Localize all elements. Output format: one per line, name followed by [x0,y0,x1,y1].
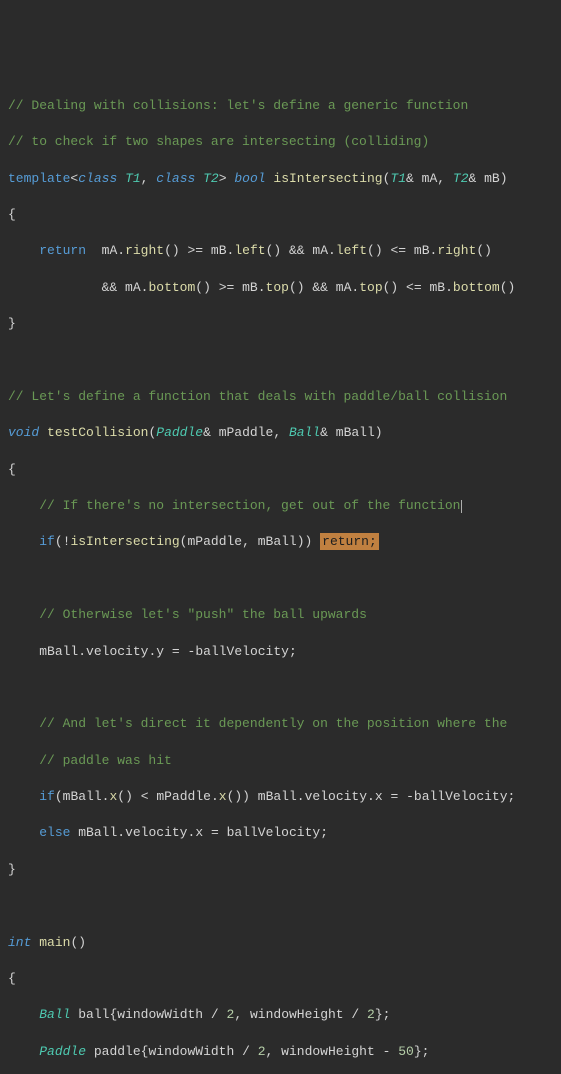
code-line: // Dealing with collisions: let's define… [8,97,553,115]
code-line: { [8,206,553,224]
function-name: testCollision [47,425,148,440]
code-line: { [8,461,553,479]
code-line [8,570,553,588]
code-line: else mBall.velocity.x = ballVelocity; [8,824,553,842]
comment: // Dealing with collisions: let's define… [8,98,468,113]
comment: // If there's no intersection, get out o… [39,498,460,513]
keyword: template [8,171,70,186]
code-line: template<class T1, class T2> bool isInte… [8,170,553,188]
code-line: // If there's no intersection, get out o… [8,497,553,515]
comment: // And let's direct it dependently on th… [39,716,507,731]
code-line: { [8,970,553,988]
text-cursor [461,500,462,513]
code-line: mBall.velocity.y = -ballVelocity; [8,643,553,661]
code-line [8,352,553,370]
keyword: class [78,171,117,186]
code-line: Ball ball{windowWidth / 2, windowHeight … [8,1006,553,1024]
type-keyword: bool [234,171,265,186]
code-editor[interactable]: // Dealing with collisions: let's define… [8,79,553,1074]
type-keyword: void [8,425,39,440]
code-line: return mA.right() >= mB.left() && mA.lef… [8,242,553,260]
keyword: class [156,171,195,186]
comment: // Otherwise let's "push" the ball upwar… [39,607,367,622]
keyword: else [39,825,70,840]
code-line: int main() [8,934,553,952]
function-name: main [39,935,70,950]
type: T1 [125,171,141,186]
comment: // Let's define a function that deals wi… [8,389,507,404]
code-line: } [8,315,553,333]
type: T2 [203,171,219,186]
code-line: if(mBall.x() < mPaddle.x()) mBall.veloci… [8,788,553,806]
comment: // to check if two shapes are intersecti… [8,134,429,149]
comment: // paddle was hit [39,753,172,768]
code-line: } [8,861,553,879]
keyword: return [39,243,86,258]
keyword: if [39,789,55,804]
code-line: // Otherwise let's "push" the ball upwar… [8,606,553,624]
code-line: void testCollision(Paddle& mPaddle, Ball… [8,424,553,442]
code-line: Paddle paddle{windowWidth / 2, windowHei… [8,1043,553,1061]
code-line: // Let's define a function that deals wi… [8,388,553,406]
code-line: // to check if two shapes are intersecti… [8,133,553,151]
code-line: if(!isIntersecting(mPaddle, mBall)) retu… [8,533,553,551]
code-line: && mA.bottom() >= mB.top() && mA.top() <… [8,279,553,297]
highlighted-return: return; [320,533,379,550]
code-line [8,679,553,697]
code-line: // And let's direct it dependently on th… [8,715,553,733]
type-keyword: int [8,935,31,950]
code-line: // paddle was hit [8,752,553,770]
code-line [8,897,553,915]
function-name: isIntersecting [273,171,382,186]
